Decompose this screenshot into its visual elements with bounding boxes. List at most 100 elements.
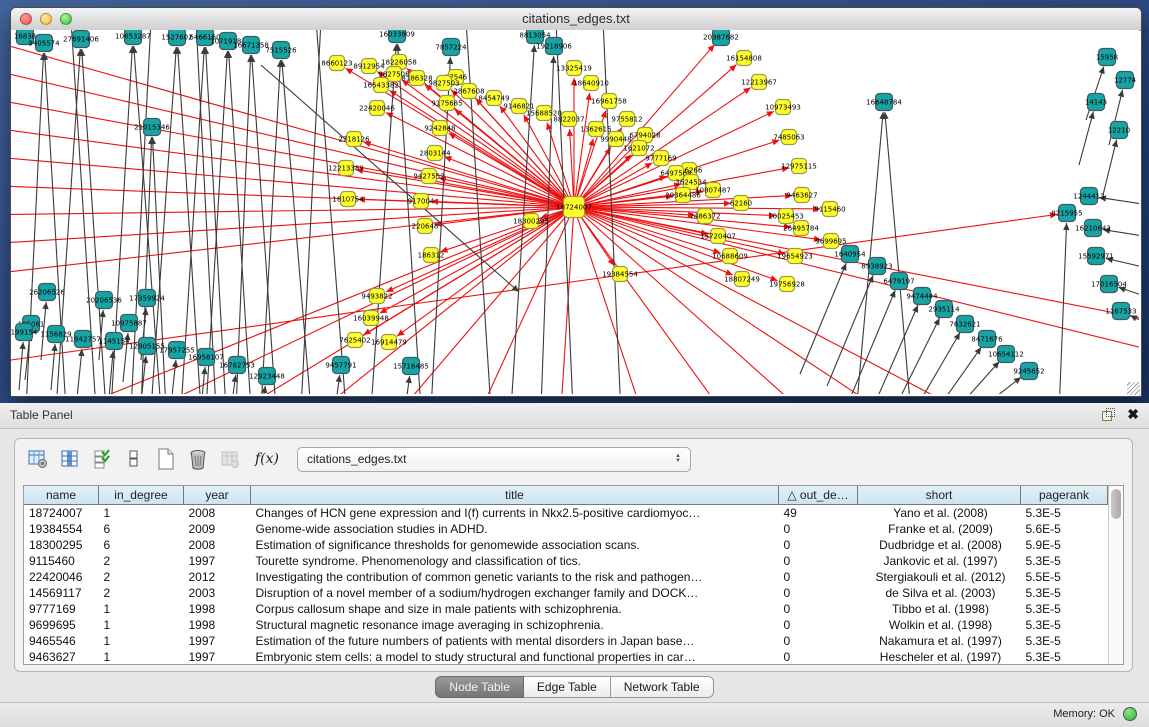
table-row[interactable]: 946362711997Embryonic stem cells: a mode… xyxy=(24,649,1108,665)
graph-node-label: 1640954 xyxy=(834,251,866,259)
delete-table-icon[interactable] xyxy=(185,446,211,472)
tab-network-table[interactable]: Network Table xyxy=(611,676,714,698)
graph-node-label: 1621072 xyxy=(623,145,654,153)
graph-node-label: 9755812 xyxy=(611,116,642,124)
table-body: 1872400712008Changes of HCN gene express… xyxy=(24,505,1108,666)
memory-status-label: Memory: OK xyxy=(1053,708,1115,720)
graph-node-label: 6794028 xyxy=(629,132,660,140)
graph-node-label: 8938923 xyxy=(861,263,892,271)
tab-edge-table[interactable]: Edge Table xyxy=(524,676,611,698)
graph-node-label: 9493822 xyxy=(361,293,392,301)
column-header[interactable]: name xyxy=(24,486,99,505)
table-panel: Table Panel ✖ xyxy=(0,403,1149,727)
table-row[interactable]: 1456911722003Disruption of a novel membe… xyxy=(24,585,1108,601)
graph-node-label: 20206536 xyxy=(86,297,122,305)
graph-node-label: 16648784 xyxy=(866,99,902,107)
graph-node-label: 9427552 xyxy=(413,173,444,181)
network-window-titlebar[interactable]: citations_edges.txt xyxy=(11,8,1141,31)
graph-node-label: 16210643 xyxy=(1075,225,1111,233)
graph-node-label: 16033809 xyxy=(379,31,415,39)
tab-node-table[interactable]: Node Table xyxy=(435,676,524,698)
graph-node-label: 18724007 xyxy=(556,204,592,212)
graph-node-label: 7486372 xyxy=(689,213,720,221)
graph-node-label: 2718126 xyxy=(338,136,370,144)
graph-node-label: 9474444 xyxy=(906,293,938,301)
graph-node-label: 10688609 xyxy=(712,253,748,261)
select-rows-icon[interactable] xyxy=(89,446,115,472)
graph-node-label: 220648 xyxy=(412,223,439,231)
graph-node-label: 7625402 xyxy=(339,337,370,345)
graph-node-label: 10975887 xyxy=(111,320,147,328)
graph-node-label: 9457791 xyxy=(325,362,356,370)
table-settings-icon[interactable] xyxy=(25,446,51,472)
graph-node-label: 12210 xyxy=(1108,127,1130,135)
graph-node-label: 8215955 xyxy=(1051,210,1082,218)
graph-node-label: 9827503 xyxy=(428,80,459,88)
network-canvas[interactable]: 1683894055742769140610653287152760264661… xyxy=(11,30,1139,394)
column-header[interactable]: title xyxy=(251,486,779,505)
column-header[interactable]: △ out_de… xyxy=(779,486,858,505)
new-table-icon[interactable] xyxy=(153,446,179,472)
table-scrollbar[interactable] xyxy=(1108,486,1123,664)
function-builder-icon[interactable]: f(x) xyxy=(255,451,279,467)
network-window-title: citations_edges.txt xyxy=(11,11,1141,26)
graph-node-label: 19654923 xyxy=(777,253,813,261)
table-toolbox: f(x) citations_edges.txt ▲▼ namein_degre… xyxy=(14,438,1133,672)
graph-node-label: 12923448 xyxy=(249,373,285,381)
show-columns-icon[interactable] xyxy=(57,446,83,472)
column-header[interactable]: year xyxy=(184,486,251,505)
graph-node-label: 9405574 xyxy=(28,40,60,48)
table-row[interactable]: 1872400712008Changes of HCN gene express… xyxy=(24,505,1108,522)
graph-node-label: 8660123 xyxy=(321,60,352,68)
graph-node-label: 9777169 xyxy=(645,155,676,163)
graph-node-label: 18807249 xyxy=(724,276,760,284)
import-table-icon xyxy=(217,446,243,472)
table-row[interactable]: 977716911998Corpus callosum shape and si… xyxy=(24,601,1108,617)
graph-node-label: 10654112 xyxy=(988,351,1024,359)
column-header[interactable]: pagerank xyxy=(1021,486,1108,505)
graph-node-label: 16958107 xyxy=(188,354,224,362)
graph-node-label: 21015346 xyxy=(134,124,170,132)
table-row[interactable]: 1938455462009Genome-wide association stu… xyxy=(24,521,1108,537)
graph-node-label: 9245652 xyxy=(1013,368,1044,376)
dropdown-stepper-icon: ▲▼ xyxy=(670,454,690,464)
table-row[interactable]: 911546021997Tourette syndrome. Phenomeno… xyxy=(24,553,1108,569)
window-resize-grip[interactable] xyxy=(1127,382,1140,395)
graph-node-label: 10025453 xyxy=(768,213,804,221)
graph-node-label: 8822037 xyxy=(553,116,584,124)
table-row[interactable]: 2242004622012Investigating the contribut… xyxy=(24,569,1108,585)
graph-node-label: 62160 xyxy=(730,200,752,208)
node-table: namein_degreeyeartitle△ out_de…shortpage… xyxy=(23,485,1124,665)
graph-node-label: 917004 xyxy=(408,198,435,206)
row-height-icon[interactable] xyxy=(121,446,147,472)
column-header[interactable]: in_degree xyxy=(99,486,184,505)
table-scrollbar-thumb[interactable] xyxy=(1111,489,1121,519)
table-tabs: Node TableEdge TableNetwork Table xyxy=(0,676,1149,698)
table-selector-value: citations_edges.txt xyxy=(298,452,670,466)
graph-node-label: 8454749 xyxy=(478,95,509,103)
column-header[interactable]: short xyxy=(858,486,1021,505)
graph-node-label: 6479197 xyxy=(883,278,914,286)
close-panel-icon[interactable]: ✖ xyxy=(1127,407,1139,421)
graph-node-label: 15958 xyxy=(1096,54,1118,62)
graph-node-label: 16543382 xyxy=(363,82,399,90)
graph-node-label: 19756928 xyxy=(769,281,805,289)
graph-node-label: 2935114 xyxy=(928,306,960,314)
graph-node-label: 12975115 xyxy=(781,163,817,171)
table-row[interactable]: 946554611997Estimation of the future num… xyxy=(24,633,1108,649)
graph-node-label: 20387682 xyxy=(703,34,739,42)
graph-node-label: 16671358 xyxy=(233,42,269,50)
table-selector-dropdown[interactable]: citations_edges.txt ▲▼ xyxy=(297,447,691,472)
graph-node-label: 186312 xyxy=(418,252,445,260)
graph-node-label: 27691406 xyxy=(63,36,99,44)
graph-node-label: 18300295 xyxy=(513,218,549,226)
graph-node-label: 10653287 xyxy=(115,33,151,41)
graph-node-label: 12774 xyxy=(1114,77,1137,85)
graph-node-label: 18226058 xyxy=(381,59,417,67)
float-panel-icon[interactable] xyxy=(1102,408,1115,421)
table-row[interactable]: 969969511998Structural magnetic resonanc… xyxy=(24,617,1108,633)
memory-indicator xyxy=(1123,707,1137,721)
network-window[interactable]: citations_edges.txt 16838940557427691406… xyxy=(10,7,1142,397)
table-row[interactable]: 1830029562008Estimation of significance … xyxy=(24,537,1108,553)
graph-node-label: 14143 xyxy=(1085,99,1107,107)
